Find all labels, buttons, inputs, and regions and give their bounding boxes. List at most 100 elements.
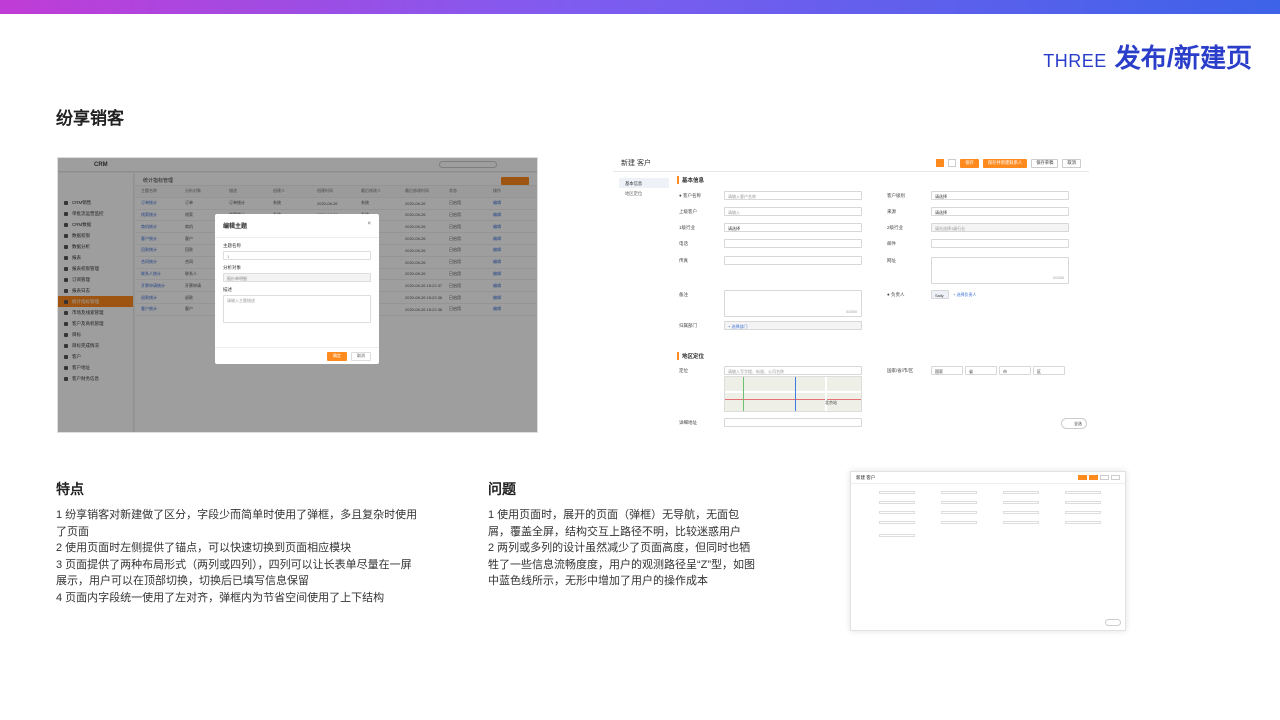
anchor-geo: 地区定位 <box>625 191 643 196</box>
thumb-field <box>1065 511 1101 514</box>
thumb-save-new-button <box>1089 475 1098 480</box>
region-select: 省 <box>965 366 997 375</box>
locate-input: 请输入写字楼、街道、公司名称 <box>724 366 862 375</box>
thumb-field <box>879 511 915 514</box>
section-title: 发布/新建页 <box>1114 43 1252 73</box>
section-basic-title: 基本信息 <box>677 176 704 184</box>
anchor-nav: 基本信息 地区定位 <box>619 178 669 198</box>
field-label: 邮件 <box>887 241 896 246</box>
map-road <box>725 399 861 400</box>
thumb-field <box>1003 501 1039 504</box>
thumb-buttons <box>1078 475 1120 480</box>
new-customer-header: 新建 客户 保存 保存并新建联系人 保存草稿 取消 <box>613 155 1089 172</box>
modal-title: 编辑主题 <box>223 224 248 230</box>
field-input: 请选择 <box>931 207 1069 216</box>
field-input: 请先选择1级行业 <box>931 223 1069 232</box>
thumb-field <box>879 491 915 494</box>
field-label: 归属部门 <box>679 323 697 328</box>
thumb-field <box>941 521 977 524</box>
map-road <box>795 377 796 411</box>
map-road <box>825 377 827 411</box>
field-input: 请输入 <box>724 207 862 216</box>
thumb-field <box>1065 491 1101 494</box>
region-select: 区 <box>1033 366 1065 375</box>
modal-title-bar: 编辑主题 × <box>215 214 379 238</box>
thumb-field <box>941 491 977 494</box>
field-label: 1级行业 <box>679 225 696 230</box>
thumb-draft-button <box>1100 475 1109 480</box>
field-input <box>724 256 862 265</box>
features-title: 特点 <box>56 481 84 497</box>
save-and-new-button: 保存并新建联系人 <box>982 158 1028 168</box>
thumb-field <box>1065 521 1101 524</box>
object-field: 报价单明细 <box>223 273 371 282</box>
field-label: 来源 <box>887 209 896 214</box>
problems-body: 1 使用页面时，展开的页面（弹框）无导航，无面包屑，覆盖全屏，结构交互上路径不明… <box>488 507 760 590</box>
thumb-field <box>879 534 915 537</box>
object-label: 分析对象 <box>223 265 241 270</box>
thumb-field <box>879 501 915 504</box>
new-customer-title: 新建 客户 <box>621 160 651 167</box>
two-column-icon <box>936 159 945 167</box>
ok-button: 确定 <box>327 351 347 361</box>
address-label: 详细地址 <box>679 420 697 425</box>
field-label: 传真 <box>679 258 688 263</box>
map-road <box>743 377 744 411</box>
top-gradient-bar <box>0 0 1280 14</box>
problems-title: 问题 <box>488 481 516 497</box>
four-column-thumbnail: 新建 客户 <box>850 471 1126 631</box>
case-title: 纷享销客 <box>56 109 124 128</box>
section-geo-title: 地区定位 <box>677 352 704 360</box>
close-icon: × <box>367 221 371 227</box>
thumb-toggle <box>1105 619 1121 626</box>
region-select: 国家 <box>931 366 963 375</box>
website-field <box>931 257 1069 284</box>
feature-line: 2 使用页面时左侧提供了锚点，可以快速切换到页面相应模块 <box>56 542 352 554</box>
name-label: 主题名称 <box>223 243 241 248</box>
field-label: 网址 <box>887 258 896 263</box>
field-input: 请选择 <box>931 191 1069 200</box>
problem-line: 1 使用页面时，展开的页面（弹框）无导航，无面包屑，覆盖全屏，结构交互上路径不明… <box>488 509 741 538</box>
features-body: 1 纷享销客对新建做了区分，字段少而简单时使用了弹框，多且复杂时使用了页面 2 … <box>56 507 418 606</box>
field-label: 2级行业 <box>887 225 904 230</box>
field-label: 上级客户 <box>679 209 697 214</box>
field-label: ● 客户名称 <box>679 193 701 198</box>
thumb-save-button <box>1078 475 1087 480</box>
header-tools: 保存 保存并新建联系人 保存草稿 取消 <box>936 158 1081 168</box>
field-input <box>724 239 862 248</box>
thumb-title: 新建 客户 <box>856 475 876 480</box>
save-button: 保存 <box>960 158 979 168</box>
remark-counter: 0/2000 <box>846 310 857 314</box>
section-header: THREE 发布/新建页 <box>1043 38 1252 75</box>
map-pin-label: 北京站 <box>825 400 837 405</box>
thumb-field <box>941 501 977 504</box>
map-road <box>725 391 861 393</box>
region-select: 市 <box>999 366 1031 375</box>
anchor-basic: 基本信息 <box>619 178 669 188</box>
field-input: 请选择 <box>724 223 862 232</box>
map-view: 北京站 <box>724 376 862 412</box>
field-input: + 选择部门 <box>724 321 862 330</box>
desc-label: 描述 <box>223 287 232 292</box>
field-input <box>931 239 1069 248</box>
thumb-field <box>1065 501 1101 504</box>
thumb-field <box>1003 511 1039 514</box>
owner-add-link: + 选择负责人 <box>953 292 977 297</box>
region-label: 国家/省/市/区 <box>887 368 914 373</box>
thumb-cancel-button <box>1111 475 1120 480</box>
thumb-header: 新建 客户 <box>851 472 1125 484</box>
locate-label: 定位 <box>679 368 688 373</box>
feature-line: 1 纷享销客对新建做了区分，字段少而简单时使用了弹框，多且复杂时使用了页面 <box>56 509 418 538</box>
cancel-button: 取消 <box>351 351 371 361</box>
feature-line: 3 页面提供了两种布局形式（两列或四列），四列可以让长表单尽量在一屏展示，用户可… <box>56 558 412 588</box>
name-field: 1 <box>223 251 371 260</box>
section-number: THREE <box>1043 51 1107 71</box>
problem-line: 2 两列或多列的设计虽然减少了页面高度，但同时也牺牲了一些信息流畅度度，用户的观… <box>488 542 756 587</box>
website-counter: 0/2000 <box>1053 276 1064 280</box>
thumb-field <box>941 511 977 514</box>
cancel-button: 取消 <box>1062 158 1081 168</box>
crm-list-screenshot: CRM CRM销售 单批流运营监控 CRM数据 数据权限 数据分析 报表 报表权限管理 订阅管… <box>57 157 538 433</box>
field-label: 电话 <box>679 241 688 246</box>
desc-field: 请输入主题描述 <box>223 295 371 323</box>
field-input: Sally <box>931 290 949 299</box>
